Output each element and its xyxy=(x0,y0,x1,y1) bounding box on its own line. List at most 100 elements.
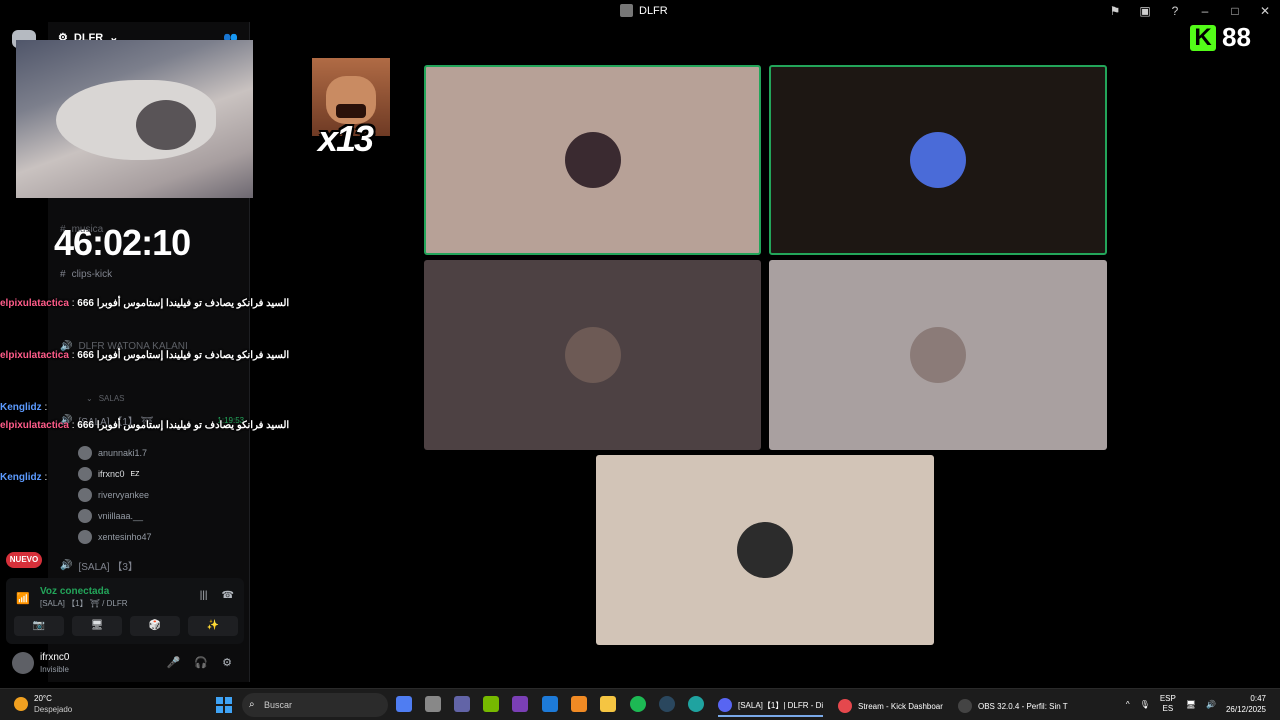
gear-icon[interactable]: ⚙ xyxy=(222,656,232,669)
taskbar-obs[interactable]: OBS 32.0.4 - Perfil: Sin T xyxy=(958,695,1068,717)
help-icon[interactable]: ? xyxy=(1160,4,1190,18)
microphone-icon[interactable]: 🎙 xyxy=(1140,700,1150,709)
voice-user-name: anunnaki1.7 xyxy=(98,448,148,458)
voice-tile[interactable] xyxy=(424,260,761,450)
emote-mouth xyxy=(336,104,366,118)
language-indicator[interactable]: ESP ES xyxy=(1160,694,1176,714)
camera-button[interactable]: 📷 xyxy=(14,616,64,636)
steam-icon[interactable] xyxy=(659,696,675,712)
signal-icon[interactable]: 📶 xyxy=(16,592,30,605)
category-label: SALAS xyxy=(98,394,125,403)
voice-status[interactable]: Voz conectada xyxy=(40,586,109,597)
screenshare-button[interactable]: 🖥 xyxy=(72,616,122,636)
app-icon xyxy=(620,4,633,17)
voice-user-name: vniillaaa.__ xyxy=(98,511,144,521)
disconnect-icon[interactable]: ☎ xyxy=(222,590,234,601)
chat-username: Kenglidz xyxy=(0,472,42,483)
chevron-up-icon[interactable]: ^ xyxy=(1126,700,1130,709)
avatar xyxy=(737,522,793,578)
voice-tile[interactable] xyxy=(424,65,761,255)
channel-sala-3[interactable]: 🔊 [SALA] 【3】 xyxy=(60,558,138,573)
visual-studio-icon[interactable] xyxy=(512,696,528,712)
voice-user[interactable]: vniillaaa.__ xyxy=(78,509,143,523)
minimize-button[interactable]: – xyxy=(1190,4,1220,18)
avatar xyxy=(78,530,92,544)
inbox-icon[interactable]: ⚑ xyxy=(1100,4,1130,18)
volume-icon[interactable]: 🔊 xyxy=(1206,700,1216,709)
chat-username: Kenglidz xyxy=(0,402,42,413)
user-name[interactable]: ifrxnc0 xyxy=(40,652,69,663)
voice-user[interactable]: anunnaki1.7 xyxy=(78,446,147,460)
voice-tile[interactable] xyxy=(769,260,1107,450)
cat-patch xyxy=(136,100,196,150)
clock[interactable]: 0:47 26/12/2025 xyxy=(1226,693,1266,715)
avatar xyxy=(78,488,92,502)
taskbar-discord[interactable]: [SALA]【1】| DLFR - Di xyxy=(718,695,824,717)
chat-text: السيد فرانكو يصادف تو فيليندا إستاموس أف… xyxy=(77,350,290,361)
weather-temp: 20°C xyxy=(34,694,52,703)
screen-icon[interactable]: ▣ xyxy=(1130,4,1160,18)
voice-tile[interactable] xyxy=(596,455,934,645)
channel-clips-kick[interactable]: # clips-kick xyxy=(60,269,112,280)
voice-user[interactable]: ifrxnc0 EZ xyxy=(78,467,139,481)
obs-icon xyxy=(958,699,972,713)
close-button[interactable]: ✕ xyxy=(1250,4,1280,18)
category-salas[interactable]: ⌄ SALAS xyxy=(86,394,125,403)
voice-user[interactable]: rivervyankee xyxy=(78,488,149,502)
user-status: Invisible xyxy=(40,665,69,674)
viewer-count: 88 xyxy=(1222,22,1251,52)
start-button[interactable] xyxy=(216,697,232,713)
voice-user-name: xentesinho47 xyxy=(98,532,152,542)
chevron-down-icon: ⌄ xyxy=(86,394,93,403)
hash-icon: # xyxy=(60,269,66,280)
voice-connection-panel: 📶 Voz conectada [SALA] 【1】 ⛩ / DLFR ||| … xyxy=(6,578,244,644)
spotify-icon[interactable] xyxy=(630,696,646,712)
chat-text: السيد فرانكو يصادف تو فيليندا إستاموس أف… xyxy=(77,298,290,309)
clock-time: 0:47 xyxy=(1250,694,1266,703)
file-explorer-icon[interactable] xyxy=(600,696,616,712)
chat-message: Kenglidz : xyxy=(0,402,48,413)
headphones-icon[interactable]: 🎧 xyxy=(194,656,208,669)
kick-viewer-count: K 88 xyxy=(1190,22,1251,53)
activities-button[interactable]: 🎲 xyxy=(130,616,180,636)
chat-username: elpixulatactica xyxy=(0,298,69,309)
taskbar-search[interactable]: ⌕ Buscar xyxy=(242,693,388,717)
mail-icon[interactable] xyxy=(542,696,558,712)
microphone-icon[interactable]: 🎤 xyxy=(167,656,181,669)
avatar[interactable] xyxy=(12,652,34,674)
user-badge: EZ xyxy=(130,470,140,478)
weather-condition: Despejado xyxy=(34,705,73,714)
taskbar-kick[interactable]: Stream - Kick Dashboar xyxy=(838,695,943,717)
voice-actions: ||| ☎ xyxy=(200,590,234,601)
emote-multiplier: x13 xyxy=(318,118,374,159)
clock-date: 26/12/2025 xyxy=(1225,705,1266,714)
window-title-text: DLFR xyxy=(639,4,668,17)
maximize-button[interactable]: □ xyxy=(1220,4,1250,18)
discord-icon xyxy=(718,698,732,712)
lang-line1: ESP xyxy=(1159,694,1176,703)
user-panel: ifrxnc0 Invisible 🎤 🎧 ⚙ xyxy=(6,648,244,680)
network-icon[interactable]: 🖥 xyxy=(1186,700,1196,709)
avatar xyxy=(78,467,92,481)
soundboard-button[interactable]: ✨ xyxy=(188,616,238,636)
edge-icon[interactable] xyxy=(688,696,704,712)
nvidia-icon[interactable] xyxy=(483,696,499,712)
channel-musica[interactable]: # musica xyxy=(60,224,103,235)
server-icon[interactable]: NUEVO xyxy=(6,552,42,568)
xampp-icon[interactable] xyxy=(571,696,587,712)
window-title: DLFR xyxy=(620,4,668,17)
chat-message: elpixulatactica : السيد فرانكو يصادف تو … xyxy=(0,350,290,361)
voice-user-name: ifrxnc0 xyxy=(98,469,125,479)
copilot-icon[interactable] xyxy=(396,696,412,712)
voice-channel[interactable]: [SALA] 【1】 ⛩ / DLFR xyxy=(40,598,128,609)
search-placeholder: Buscar xyxy=(264,700,293,710)
task-label: [SALA]【1】| DLFR - Di xyxy=(738,700,824,710)
store-icon[interactable] xyxy=(425,696,441,712)
teams-icon[interactable] xyxy=(454,696,470,712)
noise-suppression-icon[interactable]: ||| xyxy=(200,590,208,601)
voice-tile[interactable] xyxy=(769,65,1107,255)
avatar xyxy=(78,446,92,460)
weather-icon xyxy=(14,697,28,711)
voice-user[interactable]: xentesinho47 xyxy=(78,530,152,544)
avatar xyxy=(78,509,92,523)
